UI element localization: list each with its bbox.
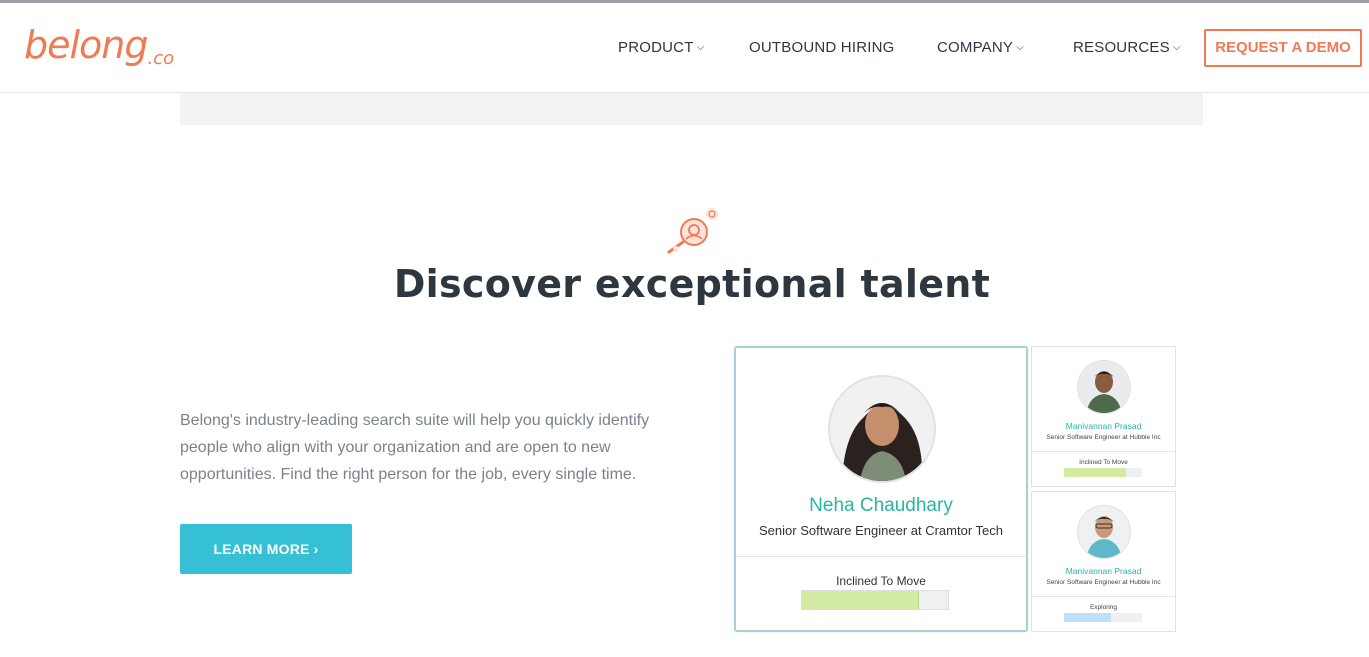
avatar [828,375,936,483]
nav-item-label: COMPANY [937,39,1014,56]
profile-role: Senior Software Engineer at Cramtor Tech [759,523,1003,538]
learn-more-button[interactable]: LEARN MORE › [180,524,352,574]
nav-item-label: OUTBOUND HIRING [749,39,895,56]
divider [736,556,1026,557]
status-bar-fill [1064,468,1127,477]
request-demo-button[interactable]: REQUEST A DEMO [1204,29,1362,67]
status-bar-fill [1064,613,1111,622]
logo-main-text: belong [24,23,149,67]
avatar [1077,505,1131,559]
nav-item-label: RESOURCES [1073,39,1170,56]
divider [1032,451,1175,452]
belong-logo[interactable]: belong.co [24,23,175,69]
nav-item-outbound-hiring[interactable]: OUTBOUND HIRING [749,39,895,56]
profile-name: Neha Chaudhary [809,495,953,516]
profile-photo-icon [1078,361,1130,413]
nav-item-company[interactable]: COMPANY ⌵ [937,39,1024,56]
magnifier-person-icon [667,208,718,254]
profile-status: Inclined To Move [1079,459,1128,466]
profile-role: Senior Software Engineer at Hubble Inc [1046,579,1161,586]
chevron-down-icon: ⌵ [696,42,705,53]
status-bar-fill [802,591,919,609]
profile-status: Exploring [1089,604,1118,611]
profile-status: Inclined To Move [836,574,926,588]
profile-name: Manivannan Prasad [1065,421,1142,431]
profile-name: Manivannan Prasad [1065,566,1142,576]
profile-card-small: Manivannan Prasad Senior Software Engine… [1031,491,1176,632]
status-bar [1064,613,1142,622]
hero-description: Belong's industry-leading search suite w… [180,412,650,483]
profile-card-small: Manivannan Prasad Senior Software Engine… [1031,346,1176,487]
profile-photo-icon [1078,506,1130,558]
hero-headline: Discover exceptional talent [393,262,991,306]
status-bar [801,590,949,610]
nav-item-resources[interactable]: RESOURCES ⌵ [1073,39,1181,56]
status-bar [1064,468,1142,477]
divider [1032,596,1175,597]
content-band [180,93,1203,125]
profile-card-main: Neha Chaudhary Senior Software Engineer … [734,346,1028,632]
chevron-down-icon: ⌵ [1016,42,1024,53]
logo-sub-text: .co [147,48,175,69]
navbar: belong.co PRODUCT ⌵ OUTBOUND HIRING COMPA… [0,3,1369,93]
profile-role: Senior Software Engineer at Hubble Inc [1046,434,1161,441]
avatar [1077,360,1131,414]
nav-item-label: PRODUCT [618,39,694,56]
nav-item-product[interactable]: PRODUCT ⌵ [618,39,704,56]
profile-photo-icon [842,403,923,481]
chevron-down-icon: ⌵ [1172,42,1181,53]
